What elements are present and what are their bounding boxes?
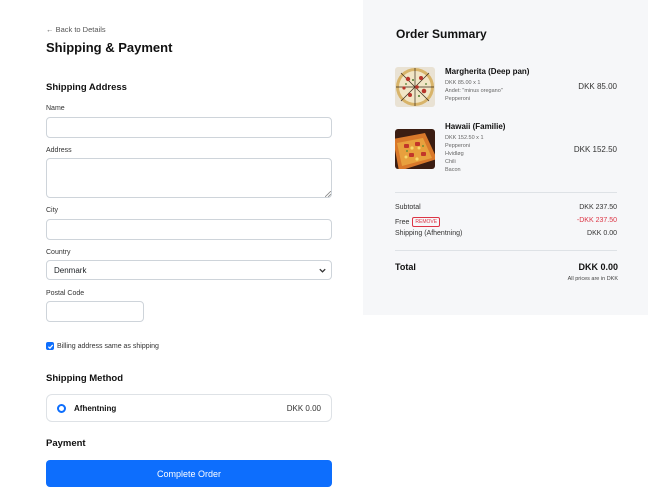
checkout-form-panel: ← Back to Details Shipping & Payment Shi… bbox=[0, 0, 363, 500]
shipping-option-radio[interactable] bbox=[57, 404, 66, 413]
order-summary-panel: Order Summary Margherita (Deep pan) DKK … bbox=[363, 0, 648, 315]
postal-code-label: Postal Code bbox=[46, 290, 85, 297]
summary-item-name: Margherita (Deep pan) bbox=[445, 67, 530, 76]
checkmark-icon bbox=[47, 344, 53, 349]
city-input[interactable] bbox=[46, 219, 332, 240]
currency-note: All prices are in DKK bbox=[567, 276, 618, 282]
billing-same-label[interactable]: Billing address same as shipping bbox=[57, 343, 159, 350]
shipping-address-heading: Shipping Address bbox=[46, 82, 127, 93]
shipping-row: Shipping (Afhentning) DKK 0.00 bbox=[395, 230, 617, 237]
summary-item-option: Pepperoni bbox=[445, 143, 471, 149]
shipping-option-name: Afhentning bbox=[74, 404, 117, 413]
discount-value: -DKK 237.50 bbox=[576, 217, 617, 224]
name-input[interactable] bbox=[46, 117, 332, 138]
summary-divider bbox=[395, 250, 617, 251]
total-label: Total bbox=[395, 262, 416, 272]
payment-heading: Payment bbox=[46, 438, 86, 449]
summary-item-name: Hawaii (Familie) bbox=[445, 122, 506, 131]
resize-handle-icon[interactable] bbox=[325, 191, 331, 197]
address-textarea[interactable] bbox=[46, 158, 332, 198]
subtotal-value: DKK 237.50 bbox=[579, 204, 617, 211]
discount-label: Free bbox=[395, 219, 410, 226]
summary-item-option: Hvidløg bbox=[445, 151, 464, 157]
summary-item-price: DKK 152.50 bbox=[573, 145, 617, 154]
summary-item: Margherita (Deep pan) DKK 85.00 x 1 Ande… bbox=[395, 67, 617, 109]
name-label: Name bbox=[46, 105, 65, 112]
shipping-option-afhentning[interactable]: Afhentning DKK 0.00 bbox=[46, 394, 332, 422]
address-label: Address bbox=[46, 147, 72, 154]
country-label: Country bbox=[46, 249, 71, 256]
summary-item-price: DKK 85.00 bbox=[578, 82, 617, 91]
summary-item-option: Andet: "minus oregano" bbox=[445, 88, 503, 94]
city-label: City bbox=[46, 207, 59, 214]
billing-same-row: Billing address same as shipping bbox=[46, 342, 159, 350]
total-value: DKK 0.00 bbox=[578, 262, 618, 272]
summary-item-option: Bacon bbox=[445, 167, 461, 173]
complete-order-button[interactable]: Complete Order bbox=[46, 460, 332, 487]
shipping-method-heading: Shipping Method bbox=[46, 373, 124, 384]
billing-same-checkbox[interactable] bbox=[46, 342, 54, 350]
country-selected-value: Denmark bbox=[54, 265, 87, 275]
summary-item-qty: DKK 152.50 x 1 bbox=[445, 135, 484, 141]
chevron-down-icon bbox=[319, 268, 326, 273]
order-summary-title: Order Summary bbox=[396, 27, 487, 41]
pizza-hawaii-image bbox=[395, 129, 435, 169]
summary-item-qty: DKK 85.00 x 1 bbox=[445, 80, 481, 86]
back-to-details-link[interactable]: ← Back to Details bbox=[46, 25, 106, 34]
remove-discount-button[interactable]: REMOVE bbox=[412, 217, 441, 227]
shipping-option-price: DKK 0.00 bbox=[286, 404, 321, 413]
summary-item-option: Pepperoni bbox=[445, 96, 471, 102]
summary-divider bbox=[395, 192, 617, 193]
subtotal-label: Subtotal bbox=[395, 204, 421, 211]
summary-item-option: Chili bbox=[445, 159, 456, 165]
discount-row: Free REMOVE -DKK 237.50 bbox=[395, 217, 617, 227]
shipping-cost-label: Shipping (Afhentning) bbox=[395, 230, 463, 237]
page-title: Shipping & Payment bbox=[46, 40, 173, 55]
country-select[interactable]: Denmark bbox=[46, 260, 332, 280]
pizza-margherita-image bbox=[395, 67, 435, 107]
subtotal-row: Subtotal DKK 237.50 bbox=[395, 204, 617, 211]
shipping-cost-value: DKK 0.00 bbox=[587, 230, 617, 237]
postal-code-input[interactable] bbox=[46, 301, 144, 322]
summary-item: Hawaii (Familie) DKK 152.50 x 1 Pepperon… bbox=[395, 122, 617, 180]
